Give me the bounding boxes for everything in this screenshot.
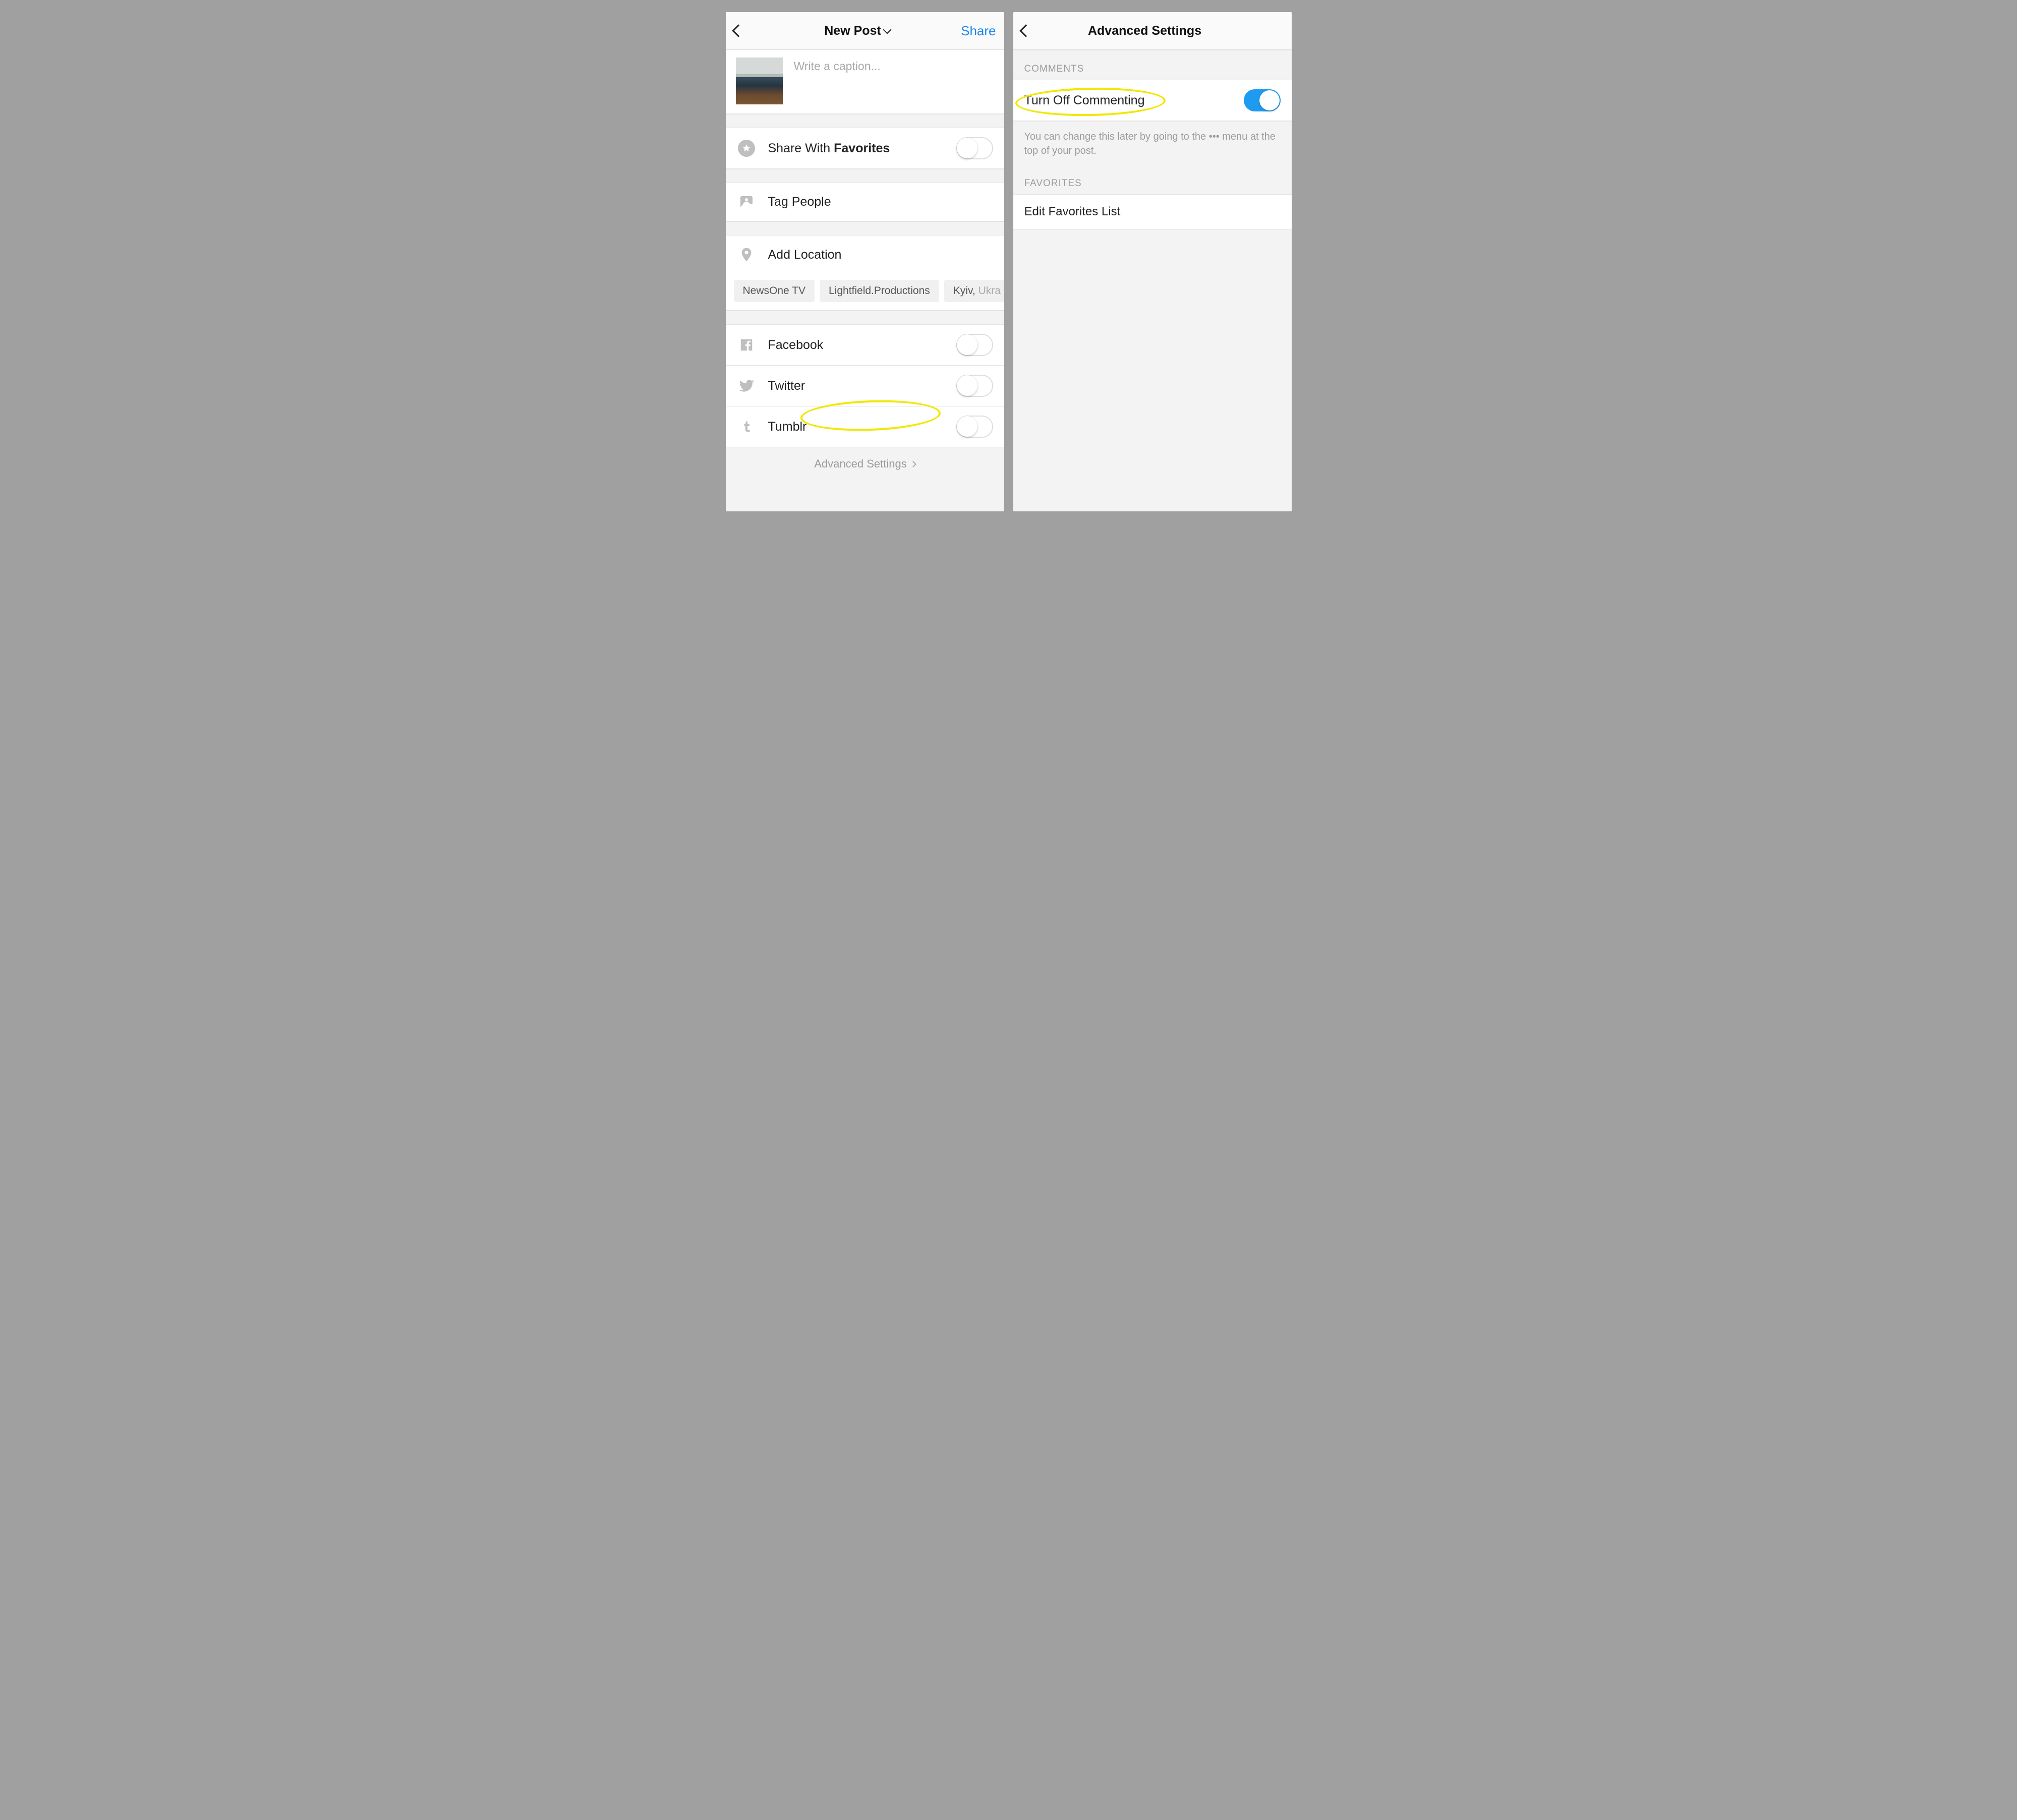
- divider: [726, 311, 1004, 325]
- advanced-settings-link[interactable]: Advanced Settings: [726, 447, 1004, 481]
- tag-people-row[interactable]: Tag People: [726, 183, 1004, 221]
- favorites-toggle[interactable]: [956, 137, 993, 159]
- twitter-row[interactable]: Twitter: [726, 366, 1004, 406]
- caption-row[interactable]: Write a caption...: [726, 50, 1004, 114]
- favorites-section-header: FAVORITES: [1013, 165, 1292, 195]
- turn-off-commenting-row[interactable]: Turn Off Commenting: [1013, 80, 1292, 121]
- chevron-left-icon: [1021, 26, 1030, 35]
- chevron-right-icon: [910, 461, 916, 467]
- location-chip[interactable]: NewsOne TV: [734, 280, 815, 302]
- comments-hint: You can change this later by going to th…: [1013, 121, 1292, 165]
- turn-off-commenting-toggle[interactable]: [1244, 89, 1281, 111]
- twitter-toggle[interactable]: [956, 375, 993, 397]
- tag-people-label: Tag People: [768, 195, 993, 209]
- facebook-row[interactable]: Facebook: [726, 325, 1004, 366]
- page-title-text: Advanced Settings: [1088, 24, 1201, 38]
- divider: [726, 169, 1004, 183]
- add-location-label: Add Location: [768, 248, 993, 262]
- turn-off-commenting-label: Turn Off Commenting: [1024, 93, 1232, 108]
- location-suggestions: NewsOne TV Lightfield.Productions Kyiv, …: [726, 274, 1004, 311]
- empty-space: [1013, 229, 1292, 511]
- comments-section-header: COMMENTS: [1013, 50, 1292, 80]
- empty-space: [726, 481, 1004, 511]
- chevron-down-icon: [883, 26, 891, 34]
- page-title-text: New Post: [824, 24, 881, 38]
- tumblr-label: Tumblr: [768, 420, 944, 434]
- post-thumbnail[interactable]: [736, 57, 783, 104]
- facebook-icon: [737, 335, 756, 355]
- person-card-icon: [737, 193, 756, 212]
- tumblr-icon: [737, 417, 756, 436]
- divider: [726, 114, 1004, 128]
- page-title[interactable]: New Post: [824, 24, 890, 38]
- share-favorites-label: Share With Favorites: [768, 141, 944, 156]
- location-chip[interactable]: Kyiv, Ukra: [944, 280, 1004, 302]
- share-favorites-row[interactable]: Share With Favorites: [726, 128, 1004, 169]
- facebook-toggle[interactable]: [956, 334, 993, 356]
- location-pin-icon: [737, 245, 756, 264]
- tumblr-row[interactable]: Tumblr: [726, 406, 1004, 447]
- chevron-left-icon: [734, 26, 743, 35]
- header-bar: New Post Share: [726, 12, 1004, 50]
- header-bar: Advanced Settings: [1013, 12, 1292, 50]
- page-title: Advanced Settings: [1088, 24, 1201, 38]
- caption-input[interactable]: Write a caption...: [794, 57, 881, 73]
- edit-favorites-row[interactable]: Edit Favorites List: [1013, 195, 1292, 229]
- twitter-label: Twitter: [768, 379, 944, 393]
- add-location-row[interactable]: Add Location: [726, 236, 1004, 274]
- share-button[interactable]: Share: [961, 23, 996, 39]
- location-chip[interactable]: Lightfield.Productions: [820, 280, 939, 302]
- divider: [726, 221, 1004, 236]
- tumblr-toggle[interactable]: [956, 416, 993, 438]
- twitter-icon: [737, 376, 756, 395]
- facebook-label: Facebook: [768, 338, 944, 353]
- back-button[interactable]: [734, 21, 754, 41]
- star-icon: [737, 139, 756, 158]
- back-button[interactable]: [1021, 21, 1042, 41]
- advanced-settings-label: Advanced Settings: [814, 457, 906, 471]
